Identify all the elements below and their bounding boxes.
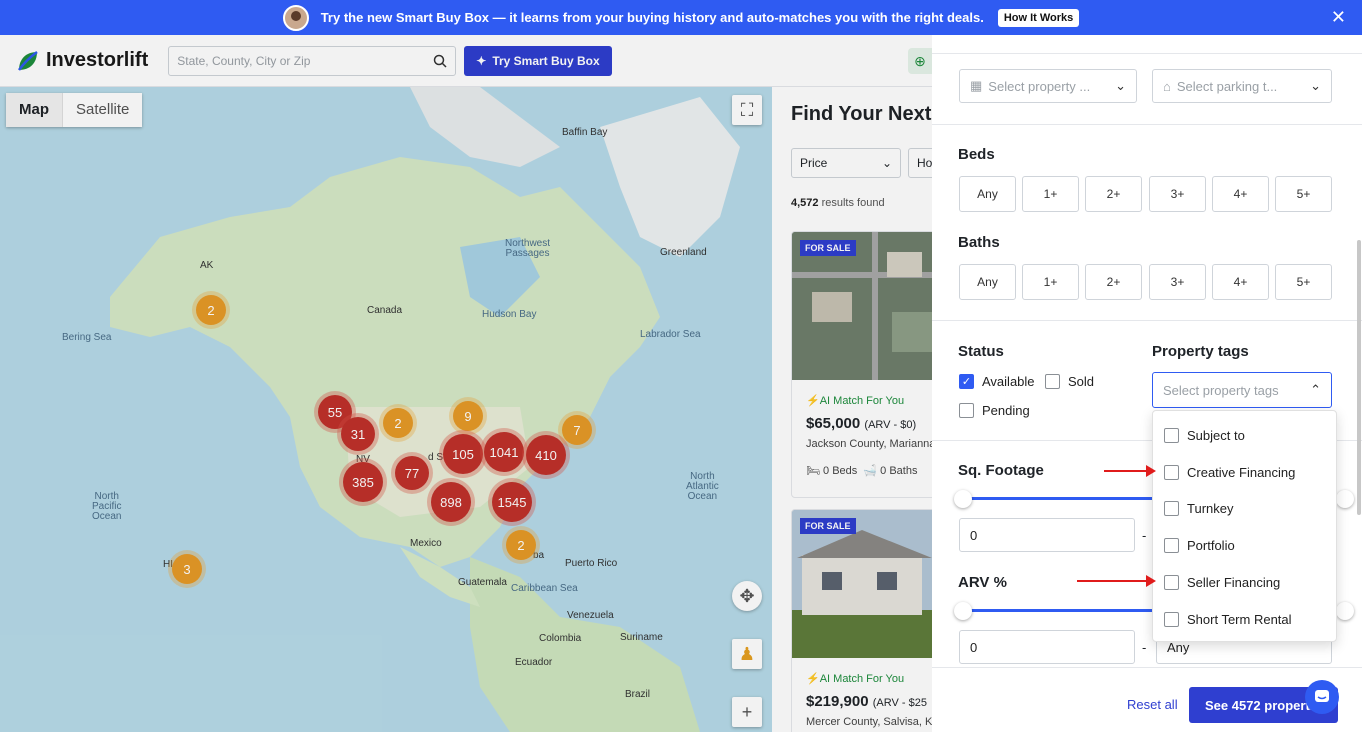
checkbox-box (1164, 538, 1179, 553)
tag-option-subject-to[interactable]: Subject to (1164, 428, 1245, 443)
status-available-label: Available (982, 374, 1035, 389)
status-sold-checkbox[interactable]: Sold (1045, 374, 1094, 389)
chevron-up-icon: ⌃ (1310, 382, 1321, 397)
promo-banner: Try the new Smart Buy Box — it learns fr… (0, 0, 1362, 35)
status-title: Status (958, 343, 1004, 360)
chat-bubble-icon (1315, 690, 1329, 702)
filters-footer: Reset all See 4572 properties (932, 667, 1362, 732)
beds-4plus[interactable]: 4+ (1212, 176, 1269, 212)
arv-slider-max-thumb[interactable] (1336, 602, 1354, 620)
range-dash: - (1142, 640, 1147, 655)
close-icon[interactable]: ✕ (1331, 7, 1346, 28)
modal-backdrop (0, 35, 932, 732)
checkbox-box (1164, 575, 1179, 590)
tag-option-label: Subject to (1187, 428, 1245, 443)
sqft-title: Sq. Footage (958, 462, 1044, 479)
reset-all-link[interactable]: Reset all (1127, 697, 1178, 712)
baths-any[interactable]: Any (959, 264, 1016, 300)
arv-title: ARV % (958, 574, 1007, 591)
panel-scrollbar[interactable] (1357, 240, 1361, 515)
checkmark-icon: ✓ (959, 374, 974, 389)
baths-3plus[interactable]: 3+ (1149, 264, 1206, 300)
tag-option-label: Short Term Rental (1187, 612, 1292, 627)
checkbox-box (1045, 374, 1060, 389)
avatar (282, 4, 309, 31)
beds-5plus[interactable]: 5+ (1275, 176, 1332, 212)
divider (932, 53, 1362, 54)
baths-title: Baths (958, 234, 1000, 251)
baths-4plus[interactable]: 4+ (1212, 264, 1269, 300)
status-available-checkbox[interactable]: ✓ Available (959, 374, 1035, 389)
sqft-slider-track[interactable] (964, 497, 1154, 500)
tag-option-label: Portfolio (1187, 538, 1235, 553)
checkbox-box (1164, 501, 1179, 516)
status-sold-label: Sold (1068, 374, 1095, 389)
annotation-arrow-icon (1104, 465, 1156, 477)
tag-option-label: Turnkey (1187, 501, 1234, 516)
sqft-slider-max-thumb[interactable] (1336, 490, 1354, 508)
baths-5plus[interactable]: 5+ (1275, 264, 1332, 300)
property-tags-dropdown: Subject to Creative Financing Turnkey Po… (1152, 410, 1337, 642)
property-tags-select[interactable]: Select property tags ⌃ (1152, 372, 1332, 408)
checkbox-box (1164, 612, 1179, 627)
parking-type-select[interactable]: ⌂ Select parking t... ⌄ (1152, 69, 1332, 103)
arv-min-input[interactable]: 0 (959, 630, 1135, 664)
beds-3plus[interactable]: 3+ (1149, 176, 1206, 212)
home-icon: ⌂ (1163, 78, 1171, 94)
annotation-arrow-icon (1077, 575, 1156, 587)
tag-option-creative-financing[interactable]: Creative Financing (1164, 465, 1295, 480)
property-tags-placeholder: Select property tags (1163, 382, 1279, 398)
beds-title: Beds (958, 146, 995, 163)
property-type-placeholder: Select property ... (988, 78, 1091, 94)
checkbox-box (959, 403, 974, 418)
status-pending-checkbox[interactable]: Pending (959, 403, 1030, 418)
property-type-select[interactable]: ▦ Select property ... ⌄ (959, 69, 1137, 103)
beds-1plus[interactable]: 1+ (1022, 176, 1079, 212)
status-pending-label: Pending (982, 403, 1030, 418)
chevron-down-icon: ⌄ (1310, 78, 1321, 93)
tag-option-portfolio[interactable]: Portfolio (1164, 538, 1235, 553)
baths-2plus[interactable]: 2+ (1085, 264, 1142, 300)
checkbox-box (1164, 465, 1179, 480)
sqft-min-input[interactable]: 0 (959, 518, 1135, 552)
arv-slider-min-thumb[interactable] (954, 602, 972, 620)
building-icon: ▦ (970, 78, 983, 93)
parking-placeholder: Select parking t... (1176, 78, 1278, 94)
sqft-slider-min-thumb[interactable] (954, 490, 972, 508)
tag-option-seller-financing[interactable]: Seller Financing (1164, 575, 1280, 590)
beds-any[interactable]: Any (959, 176, 1016, 212)
baths-1plus[interactable]: 1+ (1022, 264, 1079, 300)
arv-slider-track[interactable] (964, 609, 1154, 612)
tag-option-short-term-rental[interactable]: Short Term Rental (1164, 612, 1292, 627)
chevron-down-icon: ⌄ (1115, 78, 1126, 93)
divider (932, 320, 1362, 321)
banner-message: Try the new Smart Buy Box — it learns fr… (320, 10, 984, 25)
chat-support-icon[interactable] (1305, 680, 1339, 714)
how-it-works-button[interactable]: How It Works (997, 8, 1080, 27)
tag-option-label: Seller Financing (1187, 575, 1281, 590)
checkbox-box (1164, 428, 1179, 443)
tag-option-turnkey[interactable]: Turnkey (1164, 501, 1233, 516)
divider (932, 124, 1362, 125)
range-dash: - (1142, 528, 1147, 543)
property-tags-title: Property tags (1152, 343, 1249, 360)
beds-2plus[interactable]: 2+ (1085, 176, 1142, 212)
tag-option-label: Creative Financing (1187, 465, 1296, 480)
